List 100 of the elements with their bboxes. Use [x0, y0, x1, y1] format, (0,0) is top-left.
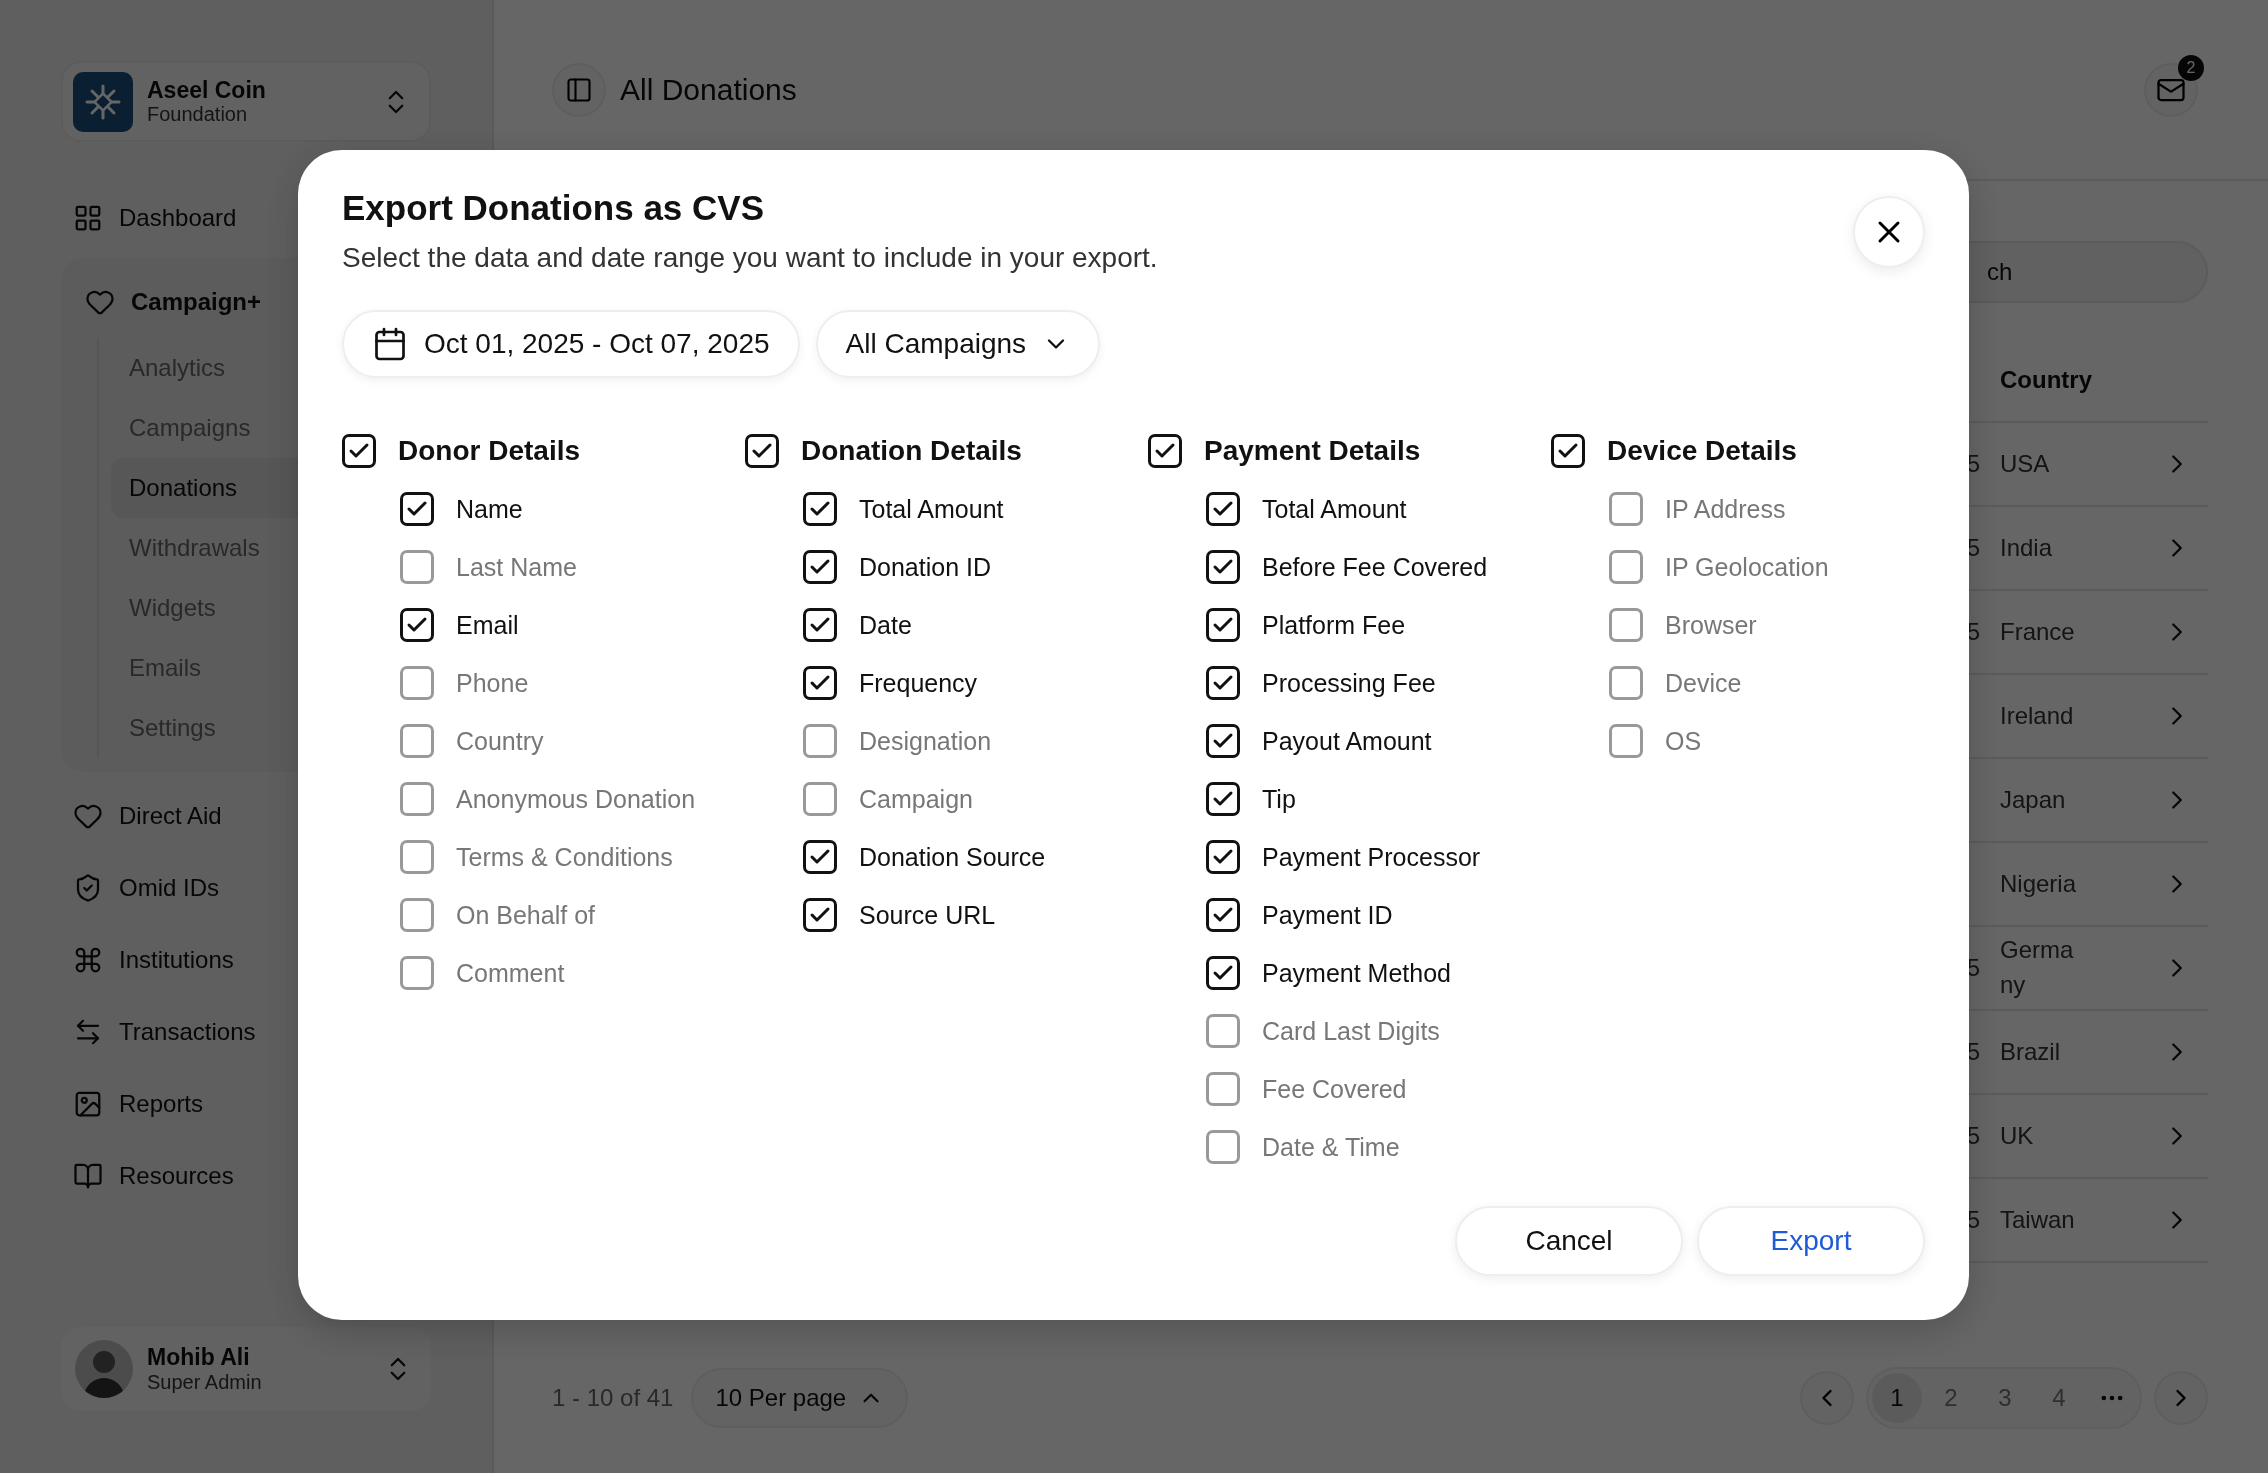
option-label: Designation	[859, 726, 992, 756]
checkbox[interactable]	[1206, 666, 1240, 700]
nav-item[interactable]: Institutions	[61, 924, 431, 996]
book-icon	[73, 1161, 103, 1191]
checkbox[interactable]	[400, 782, 434, 816]
table-cell-text: Taiwan	[2000, 1204, 2076, 1235]
checkbox[interactable]	[400, 898, 434, 932]
checkbox[interactable]	[1609, 666, 1643, 700]
checkbox[interactable]	[400, 666, 434, 700]
option-label: Date	[859, 610, 912, 640]
checkbox[interactable]	[400, 840, 434, 874]
option-label: Browser	[1665, 610, 1757, 640]
checkbox[interactable]	[1206, 840, 1240, 874]
checkbox[interactable]	[400, 550, 434, 584]
checkbox[interactable]	[1206, 898, 1240, 932]
checkbox[interactable]	[803, 608, 837, 642]
calendar-icon	[372, 326, 408, 362]
option-label: Platform Fee	[1262, 610, 1406, 640]
checkbox[interactable]	[1206, 1130, 1240, 1164]
option-label: Processing Fee	[1262, 668, 1436, 698]
option-label: Donation ID	[859, 552, 992, 582]
campaign-select[interactable]: All Campaigns	[815, 310, 1101, 378]
date-range-picker[interactable]: Oct 01, 2025 - Oct 07, 2025	[342, 310, 800, 378]
panel-icon	[565, 75, 593, 104]
checkbox[interactable]	[1206, 1014, 1240, 1048]
option-label: On Behalf of	[456, 900, 595, 930]
export-button[interactable]: Export	[1697, 1206, 1925, 1276]
org-subtitle: Foundation	[147, 103, 249, 127]
user-name: Mohib Ali	[147, 1344, 251, 1371]
option-label: Phone	[456, 668, 529, 698]
org-name: Aseel Coin	[147, 76, 267, 104]
table-cell-text: France	[2000, 616, 2076, 647]
option-label: Terms & Conditions	[456, 842, 673, 872]
option-label: Card Last Digits	[1262, 1016, 1440, 1046]
nav-item[interactable]: Reports	[61, 1068, 431, 1140]
checkbox[interactable]	[400, 956, 434, 990]
checkbox[interactable]	[803, 724, 837, 758]
option-label: Last Name	[456, 552, 577, 582]
checkbox[interactable]	[400, 492, 434, 526]
option-label: Payment ID	[1262, 900, 1393, 930]
option-label: Comment	[456, 958, 565, 988]
table-cell-text: India	[2000, 532, 2054, 563]
table-cell-text: Japan	[2000, 784, 2067, 815]
result-range: 1 - 10 of 41	[552, 1382, 674, 1413]
page-button[interactable]: 1	[1872, 1373, 1922, 1423]
group-label: Payment Details	[1204, 435, 1421, 467]
checkbox[interactable]	[400, 608, 434, 642]
table-cell-text: USA	[2000, 448, 2051, 479]
nav-item[interactable]: Transactions	[61, 996, 431, 1068]
checkbox[interactable]	[1609, 492, 1643, 526]
checkbox[interactable]	[1609, 724, 1643, 758]
checkbox[interactable]	[803, 492, 837, 526]
nav-item[interactable]: Direct Aid	[61, 780, 431, 852]
group-label: Device Details	[1607, 435, 1797, 467]
checkbox[interactable]	[1148, 434, 1182, 468]
checkbox[interactable]	[342, 434, 376, 468]
option-label: Name	[456, 494, 523, 524]
table-cell-text: Brazil	[2000, 1036, 2061, 1067]
checkbox[interactable]	[1551, 434, 1585, 468]
option-label: IP Address	[1665, 494, 1786, 524]
option-label: Payment Processor	[1262, 842, 1481, 872]
option-label: Fee Covered	[1262, 1074, 1407, 1104]
option-label: Country	[456, 726, 544, 756]
option-label: Total Amount	[859, 494, 1004, 524]
checkbox[interactable]	[803, 898, 837, 932]
table-cell-text: Ireland	[2000, 700, 2075, 731]
checkbox[interactable]	[1206, 550, 1240, 584]
user-role: Super Admin	[147, 1370, 263, 1394]
option-label: Tip	[1262, 784, 1296, 814]
checkbox[interactable]	[803, 550, 837, 584]
cancel-button[interactable]: Cancel	[1455, 1206, 1683, 1276]
checkbox[interactable]	[1206, 782, 1240, 816]
checkbox[interactable]	[803, 666, 837, 700]
column-header: Country	[2000, 366, 2093, 394]
option-label: Total Amount	[1262, 494, 1407, 524]
checkbox[interactable]	[1206, 492, 1240, 526]
checkbox[interactable]	[1609, 608, 1643, 642]
option-label: OS	[1665, 726, 1702, 756]
option-label: Date & Time	[1262, 1132, 1400, 1162]
checkbox[interactable]	[745, 434, 779, 468]
dialog-title: Export Donations as CVS	[342, 188, 766, 228]
option-label: Donation Source	[859, 842, 1046, 872]
per-page-select[interactable]: 10 Per page	[691, 1368, 909, 1428]
checkbox[interactable]	[400, 724, 434, 758]
checkbox[interactable]	[1206, 956, 1240, 990]
nav-item[interactable]: Resources	[61, 1140, 431, 1212]
option-label: Device	[1665, 668, 1742, 698]
checkbox[interactable]	[1609, 550, 1643, 584]
page-title: All Donations	[620, 72, 797, 107]
dialog-subtitle: Select the data and date range you want to include in your export.	[342, 242, 1159, 274]
checkbox[interactable]	[1206, 724, 1240, 758]
notification-badge: 2	[2178, 54, 2204, 81]
option-label: Source URL	[859, 900, 996, 930]
option-label: IP Geolocation	[1665, 552, 1829, 582]
checkbox[interactable]	[803, 840, 837, 874]
option-label: Anonymous Donation	[456, 784, 696, 814]
checkbox[interactable]	[1206, 1072, 1240, 1106]
checkbox[interactable]	[803, 782, 837, 816]
checkbox[interactable]	[1206, 608, 1240, 642]
nav-item[interactable]: Omid IDs	[61, 852, 431, 924]
